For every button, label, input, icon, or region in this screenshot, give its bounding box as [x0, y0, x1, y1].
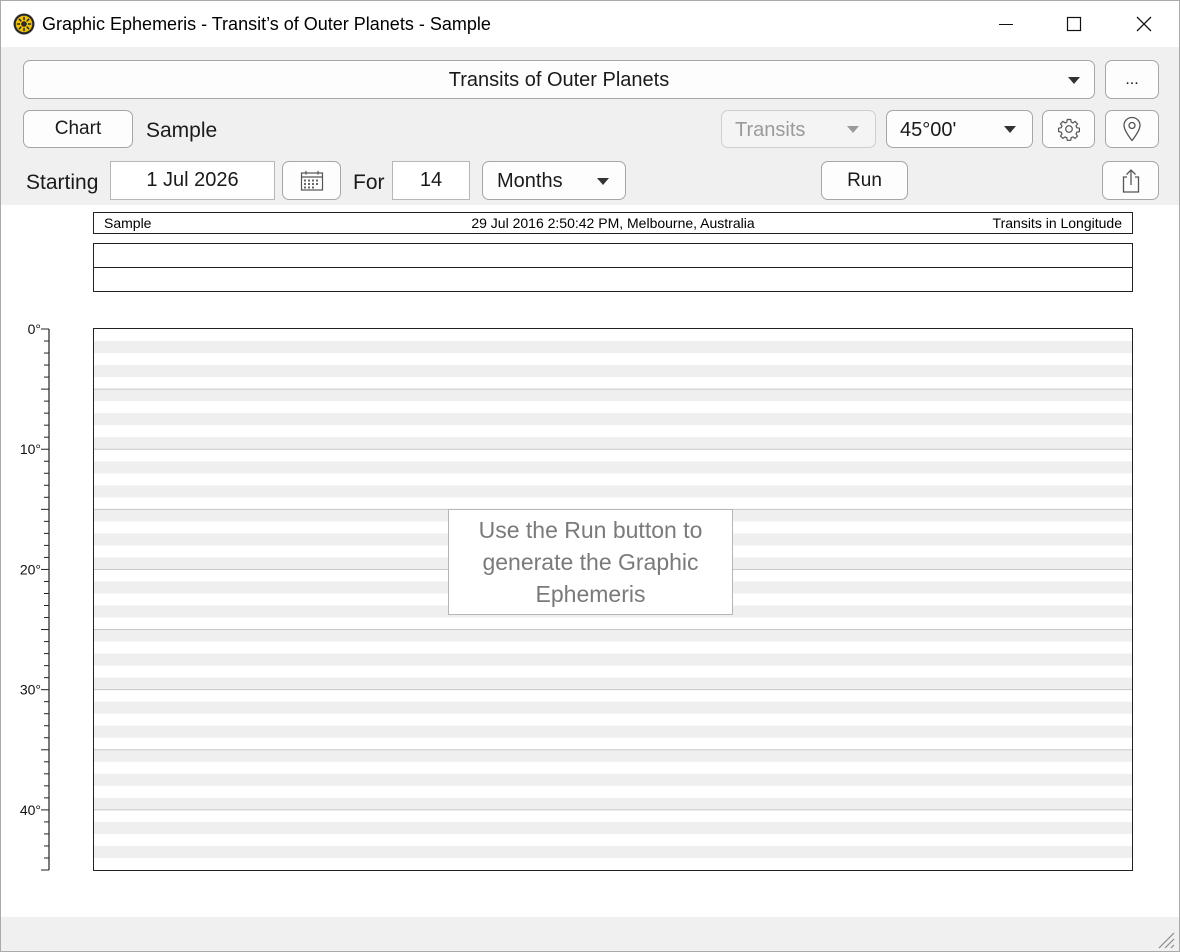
app-window: Graphic Ephemeris - Transit’s of Outer P… — [0, 0, 1180, 952]
unit-select[interactable]: Months — [482, 161, 626, 200]
map-pin-icon — [1123, 116, 1141, 142]
grid-stripe — [94, 461, 1132, 474]
gear-icon — [1057, 118, 1080, 141]
report-info-rows — [93, 243, 1133, 292]
chart-button[interactable]: Chart — [23, 110, 133, 148]
status-bar — [1, 917, 1179, 951]
run-hint-text: Use the Run button to generate the Graph… — [478, 517, 703, 607]
grid-stripe — [94, 629, 1132, 642]
minimize-icon — [999, 24, 1013, 25]
duration-field[interactable]: 14 — [392, 161, 470, 200]
unit-select-value: Months — [497, 170, 563, 192]
start-date-field[interactable]: 1 Jul 2026 — [110, 161, 275, 200]
chevron-down-icon — [847, 126, 859, 133]
report-select-value: Transits of Outer Planets — [448, 69, 670, 91]
axis-tick-label: 40° — [20, 802, 41, 818]
grid-stripe — [94, 749, 1132, 762]
settings-button[interactable] — [1042, 110, 1095, 148]
mode-select-value: Transits — [735, 119, 806, 141]
run-button-label: Run — [847, 169, 882, 191]
resize-grip-icon[interactable] — [1155, 929, 1175, 949]
grid-stripe — [94, 797, 1132, 810]
report-chart-details: 29 Jul 2016 2:50:42 PM, Melbourne, Austr… — [471, 215, 755, 231]
toolbar: Transits of Outer Planets ... Chart Samp… — [1, 47, 1179, 205]
calendar-button[interactable] — [282, 161, 341, 200]
grid-stripe — [94, 701, 1132, 714]
grid-stripe — [94, 341, 1132, 354]
maximize-button[interactable] — [1051, 1, 1097, 47]
grid-stripe — [94, 821, 1132, 834]
more-button-label: ... — [1125, 71, 1139, 88]
chart-name: Sample — [146, 119, 218, 142]
report-select[interactable]: Transits of Outer Planets — [23, 60, 1095, 99]
start-date-value: 1 Jul 2026 — [146, 169, 239, 191]
close-button[interactable] — [1121, 1, 1167, 47]
starting-label: Starting — [26, 171, 99, 194]
row-divider — [94, 267, 1132, 268]
run-hint-message: Use the Run button to generate the Graph… — [448, 509, 733, 615]
axis-tick-label: 0° — [28, 321, 41, 337]
window-title: Graphic Ephemeris - Transit’s of Outer P… — [42, 14, 491, 34]
grid-stripe — [94, 677, 1132, 690]
harmonic-select-value: 45°00' — [900, 119, 957, 141]
chevron-down-icon — [1004, 126, 1016, 133]
title-bar: Graphic Ephemeris - Transit’s of Outer P… — [1, 1, 1179, 47]
harmonic-select[interactable]: 45°00' — [886, 110, 1033, 148]
axis-tick-label: 20° — [20, 561, 41, 577]
grid-stripe — [94, 773, 1132, 786]
for-label: For — [353, 171, 385, 194]
grid-stripe — [94, 413, 1132, 426]
grid-stripe — [94, 653, 1132, 666]
grid-stripe — [94, 389, 1132, 402]
calendar-icon — [300, 170, 323, 191]
sun-app-icon — [13, 13, 35, 35]
mode-select[interactable]: Transits — [721, 110, 876, 148]
grid-stripe — [94, 845, 1132, 858]
export-button[interactable] — [1102, 161, 1159, 200]
maximize-icon — [1066, 16, 1082, 32]
duration-value: 14 — [419, 169, 443, 191]
report-header: Sample 29 Jul 2016 2:50:42 PM, Melbourne… — [93, 212, 1133, 234]
chart-button-label: Chart — [54, 118, 102, 139]
grid-stripe — [94, 365, 1132, 378]
chevron-down-icon — [597, 177, 609, 185]
axis-tick-label: 30° — [20, 682, 41, 698]
run-button[interactable]: Run — [821, 161, 908, 200]
chevron-down-icon — [1068, 76, 1080, 84]
grid-stripe — [94, 725, 1132, 738]
minimize-button[interactable] — [983, 1, 1029, 47]
close-icon — [1136, 16, 1152, 32]
report-type: Transits in Longitude — [992, 215, 1122, 231]
grid-stripe — [94, 485, 1132, 498]
more-button[interactable]: ... — [1105, 60, 1159, 99]
grid-stripe — [94, 437, 1132, 450]
share-export-icon — [1122, 168, 1139, 193]
axis-tick-label: 10° — [20, 441, 41, 457]
degree-axis: 0° 10° 20° 30° 40° — [20, 321, 50, 871]
location-button[interactable] — [1105, 110, 1159, 148]
